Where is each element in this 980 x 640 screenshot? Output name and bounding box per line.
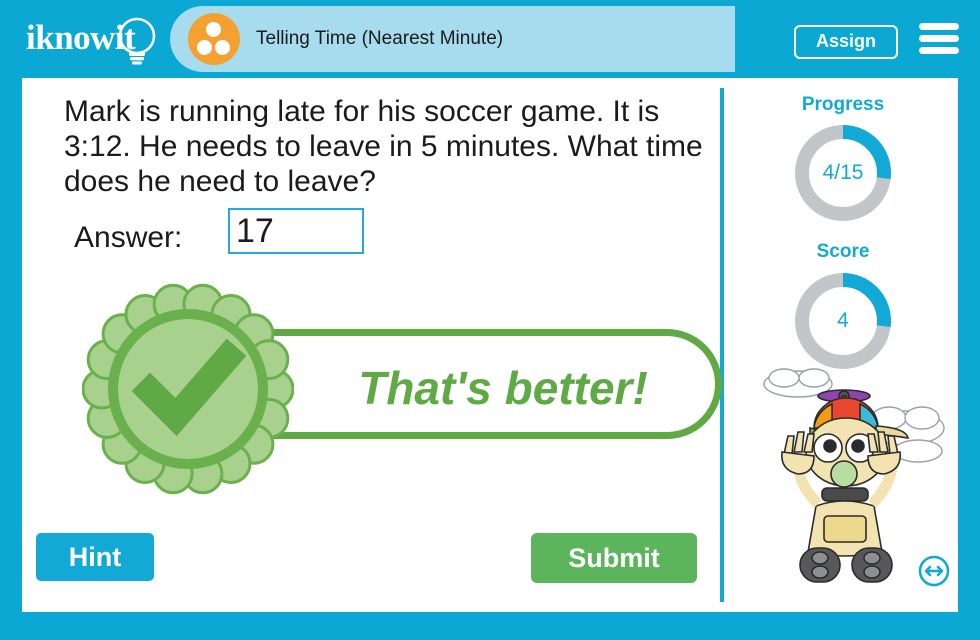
hamburger-menu-icon[interactable] — [916, 22, 962, 56]
progress-value: 4/15 — [822, 161, 864, 184]
assign-button[interactable]: Assign — [793, 25, 898, 59]
lesson-title-bar: Telling Time (Nearest Minute) — [170, 6, 735, 72]
lesson-card: Mark is running late for his soccer game… — [22, 78, 958, 612]
resize-horizontal-icon[interactable] — [918, 555, 950, 587]
iknowit-logo[interactable]: iknowit — [26, 14, 176, 68]
panel-divider — [720, 88, 724, 602]
robot-mascot-icon — [763, 368, 945, 583]
green-check-rosette-icon — [82, 283, 294, 495]
score-label: Score — [816, 241, 870, 262]
feedback-message: That's better! — [358, 362, 648, 414]
feedback-overlay: That's better! — [82, 283, 722, 495]
lesson-title: Telling Time (Nearest Minute) — [256, 28, 504, 49]
feedback-banner: That's better! — [192, 329, 722, 439]
answer-row: Answer: — [52, 208, 672, 268]
score-ring: 4 — [790, 268, 896, 374]
hint-button[interactable]: Hint — [36, 533, 154, 581]
progress-ring: 4/15 — [790, 120, 896, 226]
answer-label: Answer: — [74, 221, 183, 254]
three-dots-circle-icon — [188, 13, 240, 65]
question-text: Mark is running late for his soccer game… — [64, 95, 703, 198]
stats-panel: Progress 4/15 Score 4 — [728, 78, 958, 612]
progress-label: Progress — [801, 94, 885, 115]
app-header: iknowit Telling Time (Nearest Minute) As… — [0, 0, 980, 78]
lightbulb-icon — [118, 17, 156, 65]
score-value: 4 — [837, 309, 849, 332]
app-window: iknowit Telling Time (Nearest Minute) As… — [0, 0, 980, 640]
submit-button[interactable]: Submit — [531, 533, 697, 583]
answer-input[interactable] — [228, 208, 364, 254]
